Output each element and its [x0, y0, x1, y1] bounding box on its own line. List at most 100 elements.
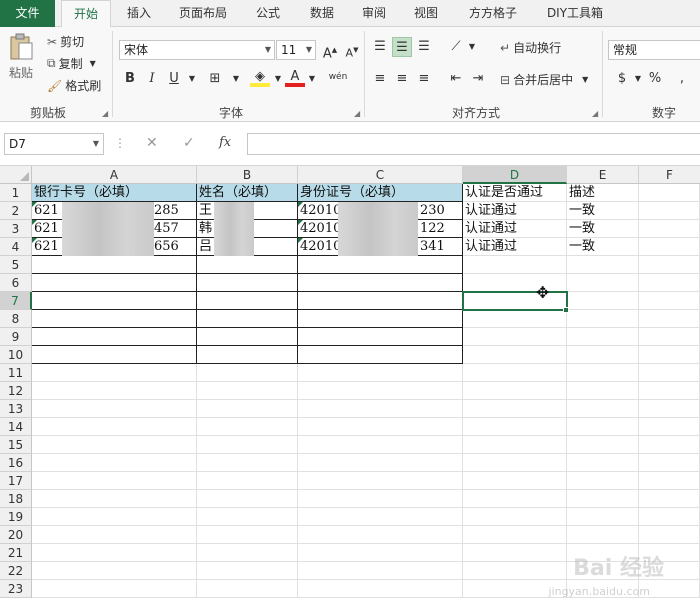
row-header[interactable]: 3	[0, 220, 32, 238]
row-header[interactable]: 19	[0, 508, 32, 526]
empty-cell[interactable]	[567, 256, 639, 274]
empty-cell[interactable]	[197, 580, 298, 598]
chevron-down-icon[interactable]: ▼	[182, 69, 202, 89]
number-format-select[interactable]: 常规	[608, 40, 700, 60]
align-top-icon[interactable]: ☰	[370, 37, 390, 57]
empty-cell[interactable]	[463, 382, 567, 400]
shrink-font-icon[interactable]: A▼	[342, 40, 362, 60]
tab-formulas[interactable]: 公式	[248, 0, 288, 27]
empty-cell[interactable]	[197, 346, 298, 364]
column-header-f[interactable]: F	[639, 166, 700, 184]
empty-cell[interactable]	[32, 508, 197, 526]
paste-button[interactable]: 粘贴	[8, 33, 34, 81]
empty-cell[interactable]	[639, 382, 700, 400]
empty-cell[interactable]	[463, 544, 567, 562]
empty-cell[interactable]	[32, 382, 197, 400]
empty-cell[interactable]	[463, 436, 567, 454]
empty-cell[interactable]	[567, 274, 639, 292]
decrease-indent-icon[interactable]: ⇤	[446, 69, 466, 89]
empty-cell[interactable]	[197, 256, 298, 274]
row-header[interactable]: 6	[0, 274, 32, 292]
empty-cell[interactable]	[197, 400, 298, 418]
empty-cell[interactable]	[463, 472, 567, 490]
header-cell-description[interactable]: 描述	[567, 184, 639, 202]
empty-cell[interactable]	[32, 274, 197, 292]
align-bottom-icon[interactable]: ☰	[414, 37, 434, 57]
row-header[interactable]: 7	[0, 292, 32, 310]
row-header[interactable]: 16	[0, 454, 32, 472]
row-header[interactable]: 21	[0, 544, 32, 562]
empty-cell[interactable]	[298, 454, 463, 472]
tab-diy-toolbox[interactable]: DIY工具箱	[540, 0, 610, 27]
empty-cell[interactable]	[639, 508, 700, 526]
empty-cell[interactable]	[32, 544, 197, 562]
status-cell[interactable]: 认证通过	[463, 220, 567, 238]
row-header[interactable]: 17	[0, 472, 32, 490]
clipboard-launcher-icon[interactable]: ◢	[102, 109, 108, 118]
empty-cell[interactable]	[463, 562, 567, 580]
merge-center-button[interactable]: ⊟ 合并后居中 ▼	[500, 71, 588, 88]
row-header[interactable]: 9	[0, 328, 32, 346]
empty-cell[interactable]	[567, 328, 639, 346]
empty-cell[interactable]	[32, 490, 197, 508]
enter-icon[interactable]: ✓	[183, 135, 195, 151]
empty-cell[interactable]	[463, 328, 567, 346]
empty-cell[interactable]	[298, 346, 463, 364]
empty-cell[interactable]	[32, 292, 197, 310]
empty-cell[interactable]	[197, 544, 298, 562]
empty-cell[interactable]	[567, 310, 639, 328]
empty-cell[interactable]	[32, 400, 197, 418]
row-header[interactable]: 10	[0, 346, 32, 364]
empty-cell[interactable]	[298, 508, 463, 526]
empty-cell[interactable]	[639, 472, 700, 490]
empty-cell[interactable]	[197, 364, 298, 382]
empty-cell[interactable]	[298, 526, 463, 544]
tab-page-layout[interactable]: 页面布局	[172, 0, 234, 27]
italic-button[interactable]: I	[142, 69, 162, 89]
chevron-down-icon[interactable]: ▼	[462, 37, 482, 57]
row-header[interactable]: 23	[0, 580, 32, 598]
empty-cell[interactable]	[639, 526, 700, 544]
empty-cell[interactable]	[32, 454, 197, 472]
empty-cell[interactable]	[32, 310, 197, 328]
empty-cell[interactable]	[32, 418, 197, 436]
empty-cell[interactable]	[639, 436, 700, 454]
name-box[interactable]: D7 ▼	[4, 133, 104, 155]
empty-cell[interactable]	[639, 364, 700, 382]
cut-button[interactable]: ✂ 剪切	[47, 33, 84, 50]
row-header[interactable]: 15	[0, 436, 32, 454]
tab-fangfang[interactable]: 方方格子	[462, 0, 524, 27]
empty-cell[interactable]	[32, 328, 197, 346]
description-cell[interactable]: 一致	[567, 220, 639, 238]
row-header[interactable]: 4	[0, 238, 32, 256]
font-name-select[interactable]: 宋体 ▼	[119, 40, 275, 60]
cancel-icon[interactable]: ✕	[146, 135, 158, 151]
column-header-e[interactable]: E	[567, 166, 639, 184]
empty-cell[interactable]	[639, 220, 700, 238]
empty-cell[interactable]	[463, 508, 567, 526]
empty-cell[interactable]	[197, 454, 298, 472]
font-launcher-icon[interactable]: ◢	[354, 109, 360, 118]
grow-font-icon[interactable]: A▲	[320, 40, 340, 61]
chevron-down-icon[interactable]: ▼	[226, 69, 246, 89]
row-header[interactable]: 8	[0, 310, 32, 328]
empty-cell[interactable]	[197, 436, 298, 454]
empty-cell[interactable]	[32, 580, 197, 598]
row-header[interactable]: 14	[0, 418, 32, 436]
empty-cell[interactable]	[298, 400, 463, 418]
row-header[interactable]: 22	[0, 562, 32, 580]
empty-cell[interactable]	[639, 310, 700, 328]
empty-cell[interactable]	[639, 400, 700, 418]
description-cell[interactable]: 一致	[567, 238, 639, 256]
empty-cell[interactable]	[463, 346, 567, 364]
empty-cell[interactable]	[639, 490, 700, 508]
empty-cell[interactable]	[298, 544, 463, 562]
format-painter-button[interactable]: 🖌 格式刷	[47, 77, 101, 94]
empty-cell[interactable]	[639, 184, 700, 202]
empty-cell[interactable]	[32, 436, 197, 454]
empty-cell[interactable]	[639, 292, 700, 310]
empty-cell[interactable]	[463, 364, 567, 382]
empty-cell[interactable]	[197, 274, 298, 292]
empty-cell[interactable]	[463, 526, 567, 544]
empty-cell[interactable]	[197, 382, 298, 400]
